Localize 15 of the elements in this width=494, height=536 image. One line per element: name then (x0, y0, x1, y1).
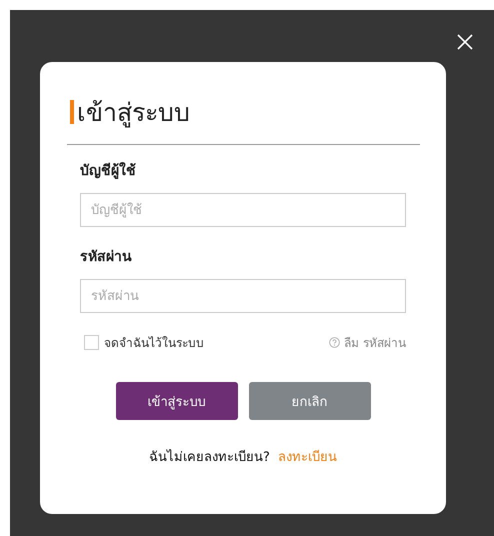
register-prompt: ฉันไม่เคยลงทะเบียน? (149, 448, 270, 467)
input-field[interactable]: บัญชีผู้ใช้ (80, 193, 406, 227)
register-link[interactable]: ลงทะเบียน (278, 446, 337, 467)
checkbox[interactable] (84, 335, 99, 350)
remember-label: จดจำฉันไว้ในระบบ (104, 335, 204, 352)
title-accent-bar (70, 100, 74, 124)
field-label: รหัสผ่าน (80, 248, 133, 267)
close-icon[interactable] (457, 34, 473, 50)
field-label: บัญชีผู้ใช้ (80, 161, 137, 181)
login-button[interactable]: เข้าสู่ระบบ (116, 382, 238, 420)
help-icon (329, 337, 340, 348)
forgot-password-link[interactable]: ลืม รหัสผ่าน (344, 333, 406, 352)
cancel-button[interactable]: ยกเลิก (248, 382, 370, 420)
dialog-title: เข้าสู่ระบบ (77, 97, 190, 130)
input-field[interactable]: รหัสผ่าน (80, 279, 406, 313)
